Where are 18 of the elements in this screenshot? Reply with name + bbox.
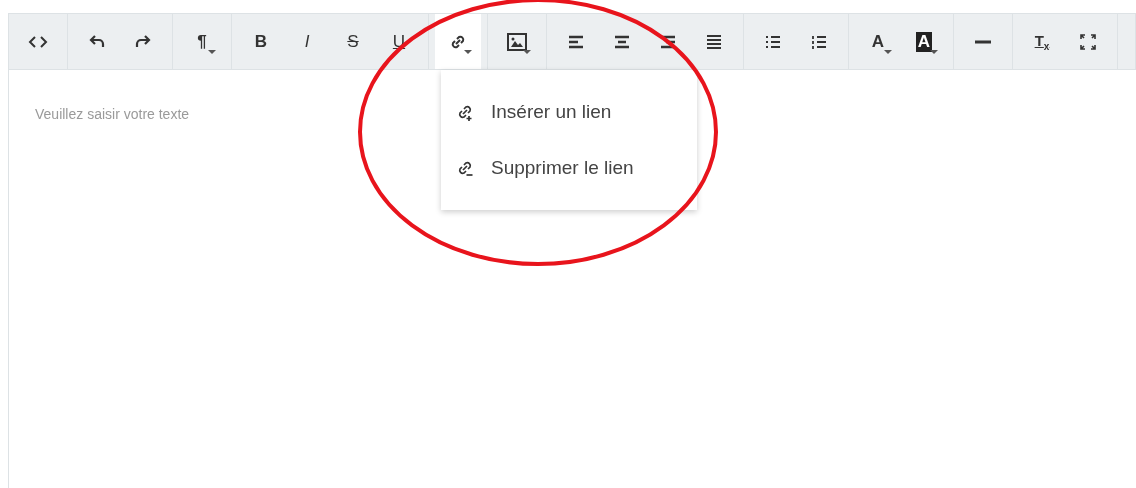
caret-icon	[930, 50, 938, 54]
italic-button[interactable]: I	[284, 14, 330, 69]
menu-item[interactable]: Insérer un lien	[441, 84, 697, 140]
highlight-color-button[interactable]: A	[901, 14, 947, 69]
caret-icon	[523, 50, 531, 54]
caret-icon	[884, 50, 892, 54]
bold-button[interactable]: B	[238, 14, 284, 69]
link-button[interactable]	[435, 14, 481, 69]
paragraph-button[interactable]: ¶	[179, 14, 225, 69]
text-color-button[interactable]: A	[855, 14, 901, 69]
menu-item[interactable]: Supprimer le lien	[441, 140, 697, 196]
horizontal-rule-icon	[975, 39, 991, 44]
strikethrough-button[interactable]: S	[330, 14, 376, 69]
fullscreen-icon	[1078, 31, 1098, 52]
clear-format-button[interactable]: T$_{x}$	[1019, 14, 1065, 69]
caret-icon	[464, 50, 472, 54]
image-icon	[507, 31, 527, 52]
caret-icon	[208, 50, 216, 54]
